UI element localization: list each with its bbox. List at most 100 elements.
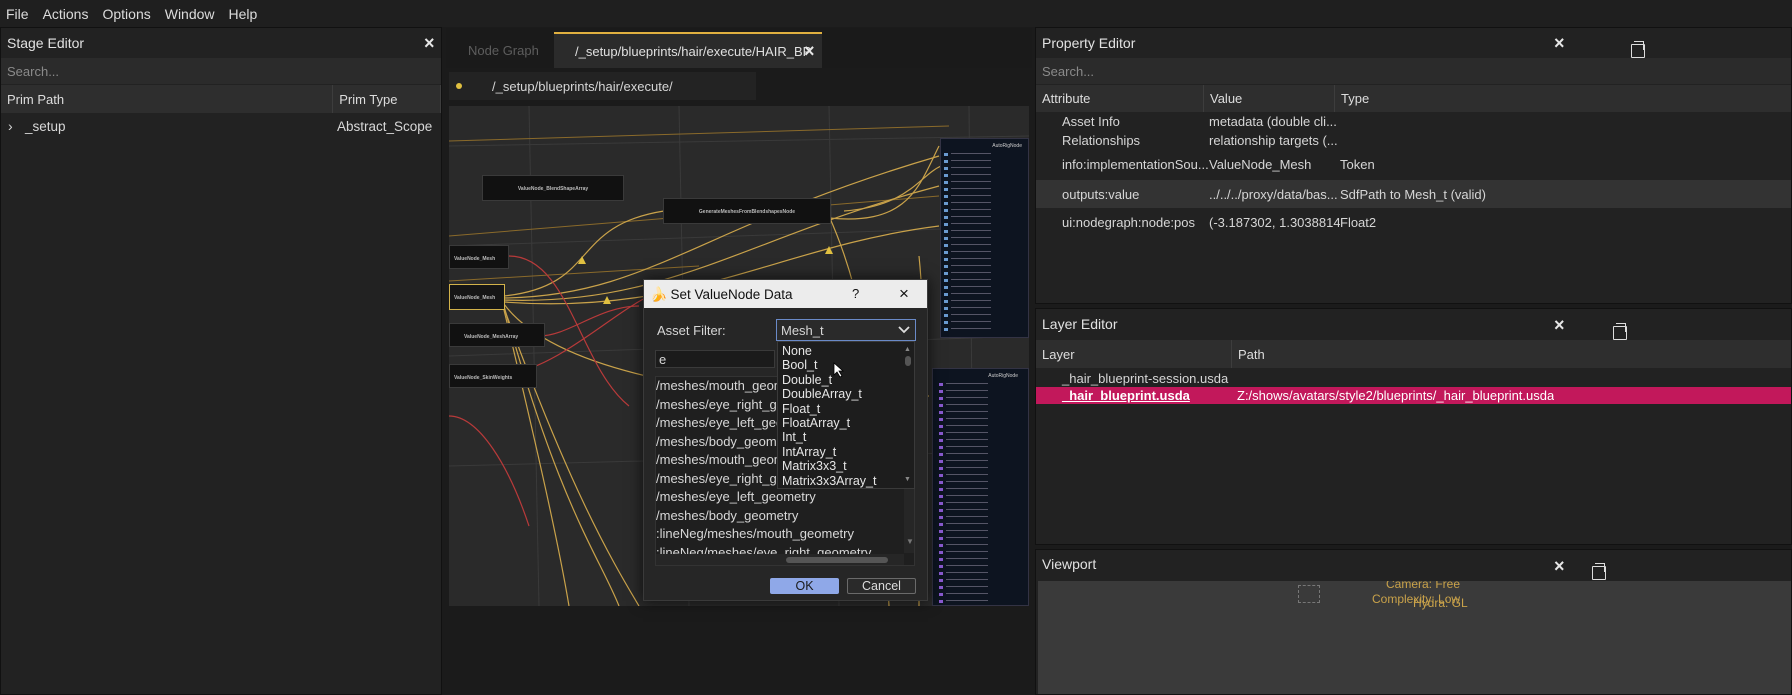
expand-arrow-icon[interactable]: › [1, 118, 25, 134]
undock-icon[interactable] [1592, 563, 1607, 580]
attribute-cell: Asset Info [1062, 113, 1120, 129]
help-button[interactable]: ? [852, 286, 859, 301]
scrollbar-thumb[interactable] [786, 557, 888, 563]
attribute-cell: Relationships [1062, 132, 1141, 148]
horizontal-scrollbar[interactable] [656, 554, 904, 565]
value-cell: relationship targets (... [1209, 132, 1338, 148]
port-labels [946, 383, 988, 603]
list-item[interactable]: /meshes/eye_left_geometry [656, 488, 914, 507]
property-editor-title: Property Editor × [1036, 28, 1791, 58]
menu-actions[interactable]: Actions [36, 6, 96, 22]
dropdown-option[interactable]: Bool_t [778, 358, 914, 372]
value-cell: ValueNode_Mesh [1209, 156, 1312, 172]
dropdown-scrollbar[interactable]: ▲ ▼ [904, 346, 912, 486]
menu-options[interactable]: Options [95, 6, 157, 22]
col-layer[interactable]: Layer [1036, 340, 1232, 368]
layer-cell: _hair_blueprint-session.usda [1062, 371, 1229, 386]
dropdown-option[interactable]: None [778, 344, 914, 358]
tab-hair-bp[interactable]: /_setup/blueprints/hair/execute/HAIR_BP … [554, 32, 822, 68]
scrollbar-thumb[interactable] [905, 356, 911, 366]
dropdown-option[interactable]: Double_t [778, 373, 914, 387]
layer-row[interactable]: _hair_blueprint-session.usda [1036, 370, 1791, 387]
node-label: ValueNode_MeshArray [464, 334, 519, 340]
close-icon[interactable]: × [1554, 557, 1568, 575]
dropdown-option[interactable]: FloatArray_t [778, 416, 914, 430]
node-label: GenerateMeshesFromBlendshapesNode [698, 209, 796, 215]
col-value[interactable]: Value [1204, 85, 1335, 112]
scroll-down-icon[interactable]: ▼ [904, 476, 911, 483]
ok-button[interactable]: OK [770, 578, 839, 594]
camera-label: Camera: Free [1386, 581, 1461, 591]
asset-filter-label: Asset Filter: [657, 323, 726, 338]
table-row[interactable]: › _setup Abstract_Scope [1, 113, 441, 139]
asset-filter-select[interactable]: Mesh_t [776, 319, 916, 341]
undock-icon[interactable] [1613, 322, 1628, 340]
menu-help[interactable]: Help [222, 6, 265, 22]
dropdown-option[interactable]: Int_t [778, 430, 914, 444]
mouse-cursor-icon [833, 362, 845, 378]
menu-window[interactable]: Window [158, 6, 222, 22]
graph-node[interactable]: ValueNode_SkinWeights [449, 364, 537, 388]
dropdown-option[interactable]: Float_t [778, 402, 914, 416]
dropdown-option[interactable]: IntArray_t [778, 445, 914, 459]
graph-node[interactable]: ValueNode_BlendShapeArray [482, 175, 624, 201]
table-row-selected[interactable]: outputs:value ../../../proxy/data/bas...… [1036, 180, 1791, 208]
type-cell: Token [1340, 156, 1375, 172]
graph-node[interactable]: GenerateMeshesFromBlendshapesNode [663, 198, 831, 224]
col-path[interactable]: Path [1232, 340, 1791, 368]
table-row[interactable]: ui:nodegraph:node:pos (-3.187302, 1.3038… [1036, 208, 1791, 236]
asset-search-input[interactable]: e [655, 350, 775, 368]
layer-editor-title: Layer Editor × [1036, 309, 1791, 340]
node-graph-tabs: Node Graph /_setup/blueprints/hair/execu… [446, 28, 1032, 68]
app-logo-icon: 🍌 [650, 285, 668, 302]
prim-type-cell: Abstract_Scope [337, 118, 433, 134]
list-item[interactable]: :lineNeg/meshes/mouth_geometry [656, 525, 914, 544]
layer-row-selected[interactable]: _hair_blueprint.usda Z:/shows/avatars/st… [1036, 387, 1791, 404]
graph-node-selected[interactable]: ValueNode_Mesh [449, 284, 505, 310]
viewport-title: Viewport × [1036, 550, 1791, 580]
list-item[interactable]: /meshes/body_geometry [656, 507, 914, 526]
col-attribute[interactable]: Attribute [1036, 85, 1204, 112]
dropdown-option[interactable]: Matrix3x3Array_t [778, 474, 914, 488]
menu-file[interactable]: File [0, 6, 36, 22]
chevron-down-icon [898, 326, 910, 334]
property-editor-panel: Property Editor × Search... Attribute Va… [1035, 27, 1792, 304]
col-prim-path[interactable]: Prim Path [1, 85, 334, 113]
breadcrumb-path[interactable]: /_setup/blueprints/hair/execute/ [492, 79, 673, 94]
col-type[interactable]: Type [1335, 85, 1791, 112]
close-icon[interactable]: × [424, 34, 438, 52]
value-cell: ../../../proxy/data/bas... [1209, 186, 1338, 202]
viewport-canvas[interactable]: Camera: Free Complexity: Low Hydra: GL [1038, 581, 1791, 694]
cancel-button[interactable]: Cancel [847, 578, 916, 594]
auto-rig-node[interactable]: AutoRigNode [940, 138, 1029, 338]
dialog-close-icon[interactable]: × [899, 284, 909, 304]
dropdown-option[interactable]: DoubleArray_t [778, 387, 914, 401]
viewport-panel: Viewport × Camera: Free Complexity: Low … [1035, 549, 1792, 695]
property-search-input[interactable]: Search... [1036, 58, 1791, 84]
undock-icon[interactable] [1631, 41, 1646, 58]
auto-rig-node[interactable]: AutoRigNode [932, 368, 1029, 606]
graph-node[interactable]: ValueNode_MeshArray [449, 323, 545, 347]
stage-editor-title-text: Stage Editor [7, 35, 85, 51]
property-editor-title-text: Property Editor [1042, 35, 1136, 51]
node-label: ValueNode_Mesh [454, 295, 496, 301]
table-row[interactable]: Asset Info metadata (double cli... [1036, 112, 1791, 130]
close-icon[interactable]: × [1554, 316, 1568, 334]
close-icon[interactable]: × [1554, 34, 1568, 52]
tab-node-graph[interactable]: Node Graph [468, 32, 558, 68]
close-tab-icon[interactable]: × [804, 42, 815, 60]
col-prim-type[interactable]: Prim Type [333, 85, 441, 113]
type-cell: Float2 [1340, 214, 1377, 230]
status-dot-icon [456, 83, 462, 89]
scroll-down-icon[interactable]: ▼ [906, 537, 914, 546]
node-label: ValueNode_Mesh [454, 256, 496, 262]
prim-path-cell: _setup [25, 118, 66, 134]
dropdown-option[interactable]: Matrix3x3_t [778, 459, 914, 473]
renderer-label: Hydra: GL [1413, 596, 1468, 610]
table-row[interactable]: Relationships relationship targets (... [1036, 130, 1791, 150]
stage-search-input[interactable]: Search... [1, 58, 441, 84]
graph-node[interactable]: ValueNode_Mesh [449, 245, 509, 269]
scroll-up-icon[interactable]: ▲ [904, 346, 911, 353]
table-row[interactable]: info:implementationSou... ValueNode_Mesh… [1036, 150, 1791, 178]
asset-filter-dropdown[interactable]: None Bool_t Double_t DoubleArray_t Float… [777, 341, 915, 489]
